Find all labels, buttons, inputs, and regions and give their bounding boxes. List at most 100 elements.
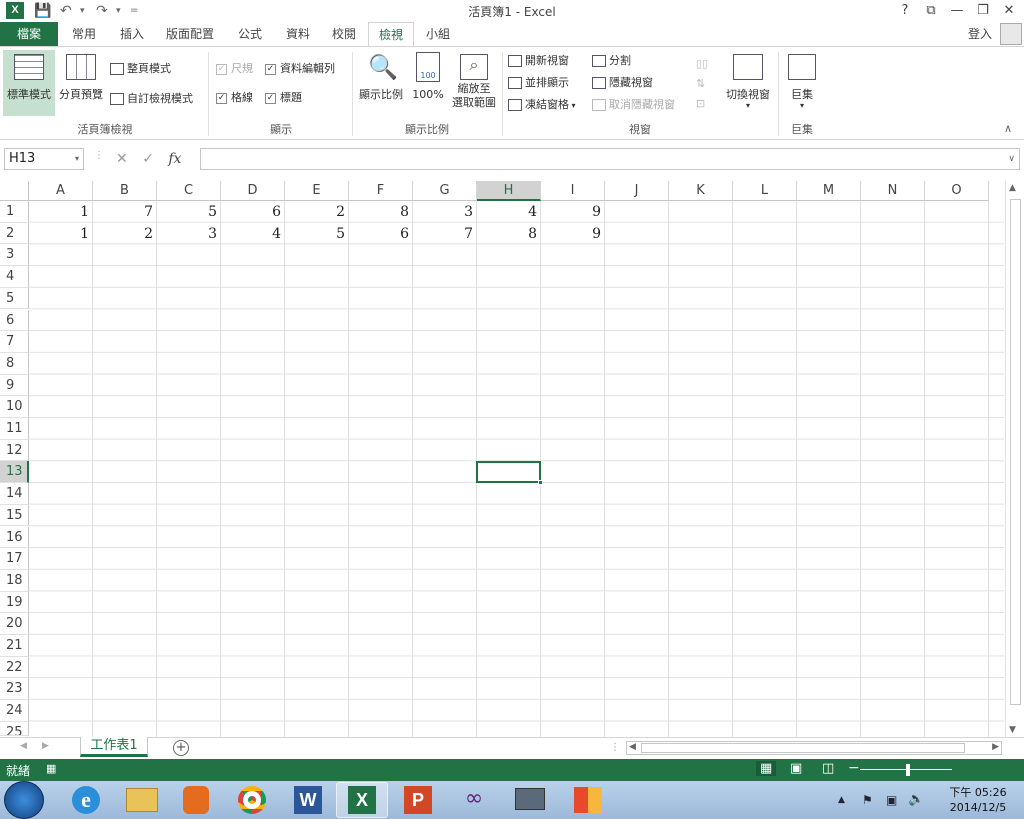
maximize-button[interactable]: ❐ (972, 2, 994, 20)
zoom-button[interactable]: 🔍 顯示比例 (356, 50, 406, 116)
cell-a2[interactable]: 1 (29, 224, 93, 245)
column-header-a[interactable]: A (29, 181, 93, 201)
tab-data[interactable]: 資料 (278, 22, 318, 46)
custom-views-button[interactable]: 自訂檢視模式 (110, 90, 193, 108)
normal-view-button[interactable]: 標準模式 (3, 50, 55, 116)
column-header-i[interactable]: I (541, 181, 605, 201)
ribbon-display-options-button[interactable]: ⧉ (920, 2, 942, 20)
remote-desktop-taskbar-button[interactable] (504, 782, 556, 818)
macro-record-icon[interactable]: ▦ (46, 762, 56, 775)
row-header-8[interactable]: 8 (0, 352, 29, 375)
tab-formulas[interactable]: 公式 (226, 22, 274, 46)
vertical-scroll-thumb[interactable] (1010, 199, 1021, 705)
tab-page-layout[interactable]: 版面配置 (158, 22, 222, 46)
column-header-o[interactable]: O (925, 181, 989, 201)
row-header-5[interactable]: 5 (0, 287, 29, 310)
ruler-checkbox[interactable]: ✓ 尺規 (216, 60, 253, 78)
tab-split-grip[interactable]: ⋮ (610, 742, 620, 753)
cell-b1[interactable]: 7 (93, 202, 157, 223)
row-header-22[interactable]: 22 (0, 656, 29, 679)
side-by-side-icons[interactable]: ▯▯ ⇅ ⊡ (696, 54, 712, 114)
row-header-6[interactable]: 6 (0, 309, 29, 332)
column-header-b[interactable]: B (93, 181, 157, 201)
cell-g1[interactable]: 3 (413, 202, 477, 223)
column-header-m[interactable]: M (797, 181, 861, 201)
office-taskbar-button[interactable] (562, 782, 614, 818)
name-box-dropdown-icon[interactable]: ▾ (75, 149, 79, 169)
formula-input[interactable]: ∨ (200, 148, 1020, 170)
cell-h1[interactable]: 4 (477, 202, 541, 223)
row-header-18[interactable]: 18 (0, 569, 29, 592)
clock[interactable]: 下午 05:26 2014/12/5 (938, 785, 1018, 815)
cell-d2[interactable]: 4 (221, 224, 285, 245)
row-header-16[interactable]: 16 (0, 526, 29, 549)
row-header-23[interactable]: 23 (0, 678, 29, 701)
cell-e2[interactable]: 5 (285, 224, 349, 245)
page-layout-button[interactable]: 整頁模式 (110, 60, 171, 78)
name-box[interactable]: H13 ▾ (4, 148, 84, 170)
column-header-n[interactable]: N (861, 181, 925, 201)
row-header-3[interactable]: 3 (0, 244, 29, 267)
scroll-left-icon[interactable]: ◀ (629, 742, 636, 752)
row-header-15[interactable]: 15 (0, 504, 29, 527)
row-header-4[interactable]: 4 (0, 266, 29, 288)
arrange-all-button[interactable]: 並排顯示 (508, 74, 569, 92)
explorer-taskbar-button[interactable] (116, 782, 168, 818)
row-header-7[interactable]: 7 (0, 331, 29, 353)
tab-file[interactable]: 檔案 (0, 22, 58, 46)
normal-view-status-icon[interactable]: ▦ (756, 761, 777, 776)
page-layout-status-icon[interactable]: ▣ (790, 761, 802, 776)
collapse-ribbon-icon[interactable]: ∧ (1004, 122, 1012, 135)
action-center-icon[interactable]: ⚑ (862, 793, 873, 807)
tab-insert[interactable]: 插入 (110, 22, 154, 46)
row-header-21[interactable]: 21 (0, 635, 29, 657)
row-header-24[interactable]: 24 (0, 700, 29, 722)
media-player-taskbar-button[interactable] (170, 782, 222, 818)
help-button[interactable]: ? (894, 2, 916, 20)
column-header-d[interactable]: D (221, 181, 285, 201)
row-header-9[interactable]: 9 (0, 374, 29, 397)
headings-checkbox[interactable]: ✓ 標題 (265, 89, 302, 107)
row-header-12[interactable]: 12 (0, 439, 29, 462)
cell-d1[interactable]: 6 (221, 202, 285, 223)
network-icon[interactable]: ▣ (886, 793, 897, 807)
row-header-17[interactable]: 17 (0, 548, 29, 570)
zoom-to-selection-button[interactable]: ⌕ 縮放至 選取範圍 (448, 50, 500, 120)
horizontal-scrollbar[interactable]: ◀ ▶ (626, 741, 1002, 755)
insert-function-icon[interactable]: fx (168, 151, 181, 167)
column-header-j[interactable]: J (605, 181, 669, 201)
start-button[interactable] (4, 781, 44, 819)
ie-taskbar-button[interactable]: e (60, 782, 112, 818)
row-header-19[interactable]: 19 (0, 591, 29, 614)
row-header-2[interactable]: 2 (0, 222, 29, 245)
sheet-tab-1[interactable]: 工作表1 (80, 737, 148, 757)
zoom-100-button[interactable]: 100 100% (408, 50, 448, 116)
avatar[interactable] (1000, 23, 1022, 45)
freeze-panes-button[interactable]: 凍結窗格 ▾ (508, 96, 576, 114)
enter-icon[interactable]: ✓ (142, 151, 154, 167)
scroll-up-icon[interactable]: ▲ (1009, 183, 1016, 193)
cell-f1[interactable]: 8 (349, 202, 413, 223)
unhide-window-button[interactable]: 取消隱藏視窗 (592, 96, 675, 114)
tab-home[interactable]: 常用 (62, 22, 106, 46)
switch-windows-button[interactable]: 切換視窗 ▾ (720, 50, 776, 116)
scroll-down-icon[interactable]: ▼ (1009, 725, 1016, 735)
column-header-e[interactable]: E (285, 181, 349, 201)
active-cell-selection[interactable] (476, 461, 543, 485)
word-taskbar-button[interactable]: W (282, 782, 334, 818)
visual-studio-taskbar-button[interactable]: ∞ (448, 782, 500, 818)
row-header-14[interactable]: 14 (0, 483, 29, 505)
cell-h2[interactable]: 8 (477, 224, 541, 245)
close-button[interactable]: ✕ (998, 2, 1020, 20)
zoom-slider-thumb[interactable] (906, 764, 910, 776)
cell-f2[interactable]: 6 (349, 224, 413, 245)
formula-bar-checkbox[interactable]: ✓ 資料編輯列 (265, 60, 335, 78)
minimize-button[interactable]: — (946, 2, 968, 20)
cell-i1[interactable]: 9 (541, 202, 605, 223)
tab-view[interactable]: 檢視 (368, 22, 414, 47)
row-header-10[interactable]: 10 (0, 396, 29, 418)
column-header-h[interactable]: H (477, 181, 541, 201)
zoom-out-icon[interactable]: − (848, 760, 860, 776)
cell-c2[interactable]: 3 (157, 224, 221, 245)
sheet-prev-icon[interactable]: ◀ (20, 741, 27, 751)
